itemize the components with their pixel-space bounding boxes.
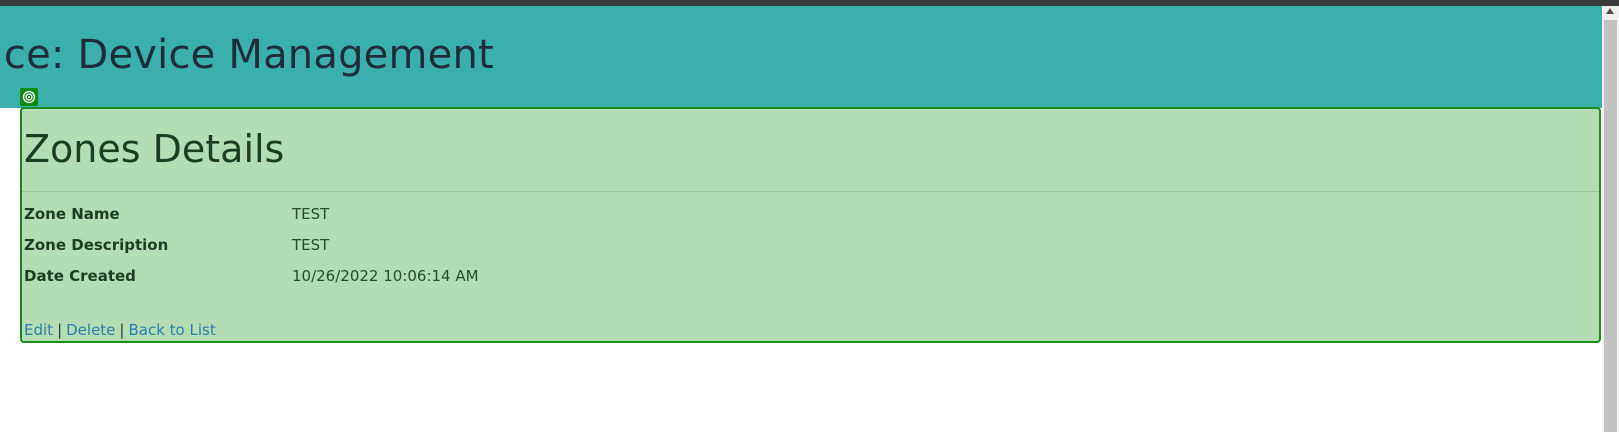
- action-links: Edit | Delete | Back to List: [24, 321, 216, 339]
- date-created-label: Date Created: [24, 267, 136, 285]
- back-to-list-link[interactable]: Back to List: [128, 321, 215, 339]
- site-title: ffice: Device Management: [0, 32, 494, 78]
- separator: |: [119, 321, 125, 339]
- detail-row-date-created: Date Created 10/26/2022 10:06:14 AM: [24, 267, 1424, 289]
- zone-name-value: TEST: [292, 205, 330, 223]
- detail-row-zone-name: Zone Name TEST: [24, 205, 1424, 227]
- date-created-value: 10/26/2022 10:06:14 AM: [292, 267, 479, 285]
- divider: [22, 191, 1599, 192]
- zone-name-label: Zone Name: [24, 205, 120, 223]
- site-header: ffice: Device Management: [0, 6, 1602, 108]
- detail-row-zone-description: Zone Description TEST: [24, 236, 1424, 258]
- delete-link[interactable]: Delete: [66, 321, 115, 339]
- edit-link[interactable]: Edit: [24, 321, 53, 339]
- target-icon[interactable]: [20, 88, 38, 106]
- zone-description-label: Zone Description: [24, 236, 169, 254]
- separator: |: [57, 321, 63, 339]
- vertical-scrollbar[interactable]: [1602, 6, 1619, 432]
- page-title: Zones Details: [24, 127, 285, 171]
- zone-details-panel: Zones Details Zone Name TEST Zone Descri…: [20, 107, 1601, 343]
- scrollbar-thumb[interactable]: [1604, 20, 1617, 432]
- scroll-up-arrow-icon[interactable]: [1606, 8, 1614, 14]
- zone-description-value: TEST: [292, 236, 330, 254]
